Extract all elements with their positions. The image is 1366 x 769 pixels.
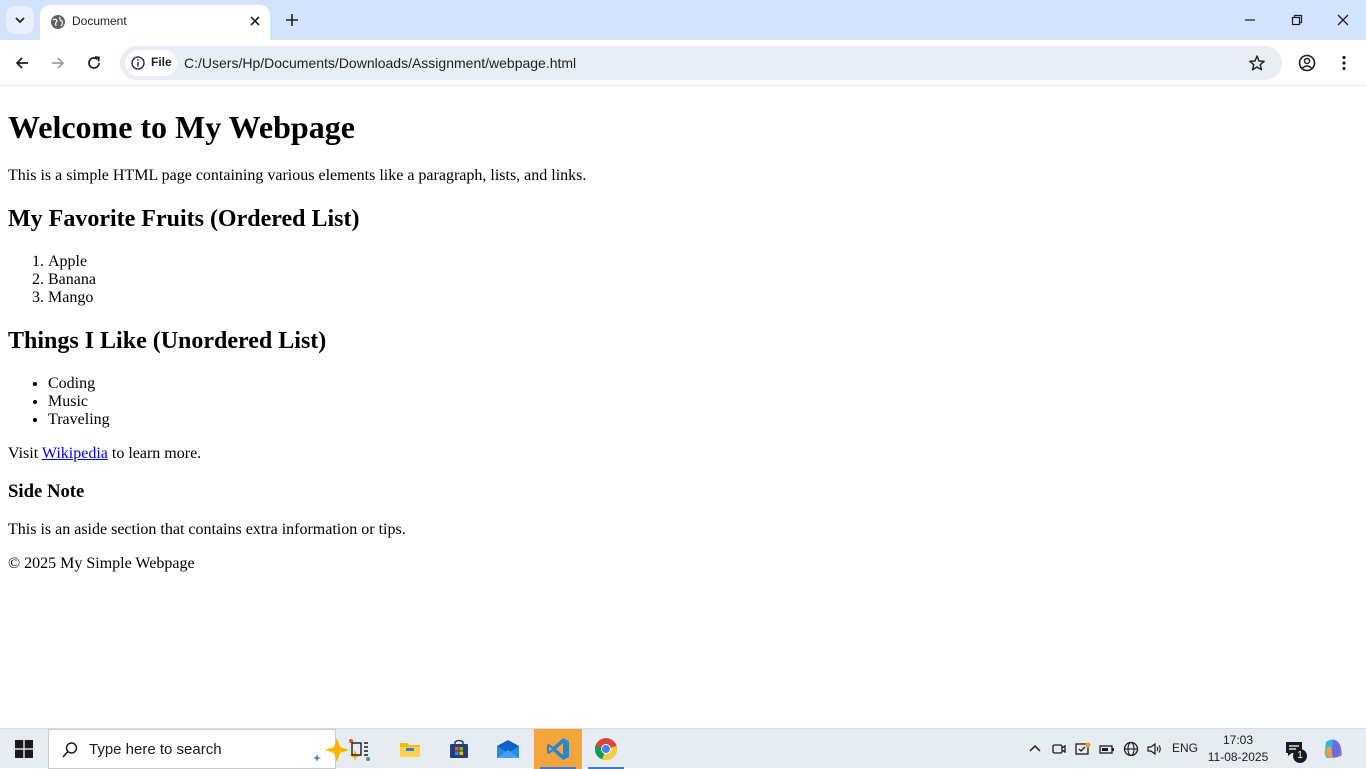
- search-icon: [62, 742, 78, 758]
- battery-button[interactable]: [1098, 740, 1116, 758]
- forward-button[interactable]: [48, 53, 68, 73]
- visit-paragraph: Visit Wikipedia to learn more.: [8, 445, 1358, 463]
- reload-button[interactable]: [84, 53, 104, 73]
- chrome-button[interactable]: [582, 729, 630, 769]
- copilot-icon[interactable]: [1322, 738, 1344, 760]
- minimize-button[interactable]: [1240, 10, 1260, 30]
- close-window-button[interactable]: [1333, 10, 1353, 30]
- clock-date: 11-08-2025: [1207, 750, 1269, 764]
- defender-icon: [1075, 742, 1091, 755]
- new-tab-icon[interactable]: [282, 10, 302, 30]
- close-icon: [1337, 14, 1349, 26]
- list-item: Mango: [48, 289, 1358, 307]
- site-chip-label: File: [151, 55, 172, 69]
- arrow-left-icon: [15, 57, 28, 69]
- list-item: Banana: [48, 271, 1358, 289]
- likes-list: Coding Music Traveling: [8, 375, 1358, 429]
- aside-heading: Side Note: [8, 481, 85, 502]
- wikipedia-link[interactable]: Wikipedia: [42, 445, 108, 462]
- visit-prefix: Visit: [8, 445, 42, 462]
- mail-icon: [497, 740, 519, 758]
- url-text[interactable]: C:/Users/Hp/Documents/Downloads/Assignme…: [184, 55, 576, 71]
- search-placeholder: Type here to search: [89, 741, 222, 758]
- security-tray-button[interactable]: [1074, 740, 1092, 758]
- browser-tab[interactable]: Document: [40, 5, 270, 40]
- fruits-heading: My Favorite Fruits (Ordered List): [8, 206, 360, 232]
- back-button[interactable]: [12, 53, 32, 73]
- task-view-button[interactable]: [336, 729, 384, 769]
- site-info-chip[interactable]: File: [125, 50, 177, 76]
- vscode-icon: [547, 738, 569, 760]
- start-button[interactable]: [0, 729, 48, 769]
- close-tab-icon[interactable]: [247, 13, 263, 29]
- notification-count-badge: 1: [1293, 749, 1307, 763]
- profile-button[interactable]: [1297, 53, 1317, 73]
- taskbar: Type here to search ENG 17:03 11-08-2025: [0, 728, 1366, 769]
- minimize-icon: [1245, 19, 1255, 21]
- restore-icon: [1291, 14, 1303, 26]
- store-icon: [450, 739, 468, 758]
- fruits-list: Apple Banana Mango: [8, 253, 1358, 307]
- volume-button[interactable]: [1145, 740, 1163, 758]
- likes-heading: Things I Like (Unordered List): [8, 328, 327, 354]
- speaker-icon: [1147, 742, 1161, 756]
- restore-button[interactable]: [1287, 10, 1307, 30]
- info-icon: [131, 56, 145, 70]
- tab-search-button[interactable]: [6, 6, 34, 34]
- reload-icon: [88, 56, 100, 69]
- page-footer: © 2025 My Simple Webpage: [8, 555, 1358, 573]
- battery-icon: [1099, 745, 1114, 754]
- page-title: Welcome to My Webpage: [8, 109, 355, 145]
- network-button[interactable]: [1122, 740, 1140, 758]
- browser-toolbar: File C:/Users/Hp/Documents/Downloads/Ass…: [0, 40, 1366, 86]
- list-item: Music: [48, 393, 1358, 411]
- address-bar[interactable]: File C:/Users/Hp/Documents/Downloads/Ass…: [120, 46, 1282, 80]
- list-item: Coding: [48, 375, 1358, 393]
- taskbar-search-box[interactable]: Type here to search: [48, 729, 370, 769]
- language-indicator[interactable]: ENG: [1172, 741, 1198, 755]
- aside-text: This is an aside section that contains e…: [8, 521, 406, 538]
- visit-suffix: to learn more.: [107, 445, 202, 462]
- globe-network-icon: [1123, 741, 1139, 757]
- microsoft-store-button[interactable]: [435, 729, 483, 769]
- mail-button[interactable]: [484, 729, 532, 769]
- more-vertical-icon: [1342, 55, 1346, 71]
- tab-title: Document: [72, 14, 127, 28]
- intro-paragraph: This is a simple HTML page containing va…: [8, 167, 587, 184]
- folder-icon: [400, 743, 420, 757]
- chevron-down-icon: [15, 17, 25, 24]
- browser-menu-button[interactable]: [1334, 53, 1354, 73]
- camera-icon: [1052, 744, 1066, 754]
- vscode-button[interactable]: [534, 729, 582, 769]
- browser-tab-strip: Document: [0, 0, 1366, 40]
- windows-logo-icon: [15, 740, 33, 758]
- list-item: Apple: [48, 253, 1358, 271]
- clock[interactable]: 17:03 11-08-2025: [1200, 732, 1276, 766]
- aside-section: Side Note This is an aside section that …: [8, 481, 1358, 539]
- clock-time: 17:03: [1222, 733, 1254, 747]
- chevron-up-icon: [1029, 744, 1041, 752]
- account-icon: [1298, 54, 1316, 72]
- globe-icon: [51, 15, 65, 29]
- web-page-content: Welcome to My Webpage This is a simple H…: [0, 87, 1366, 728]
- footer-text: © 2025 My Simple Webpage: [8, 555, 195, 572]
- list-item: Traveling: [48, 411, 1358, 429]
- chrome-icon: [594, 738, 617, 761]
- arrow-right-icon: [52, 57, 65, 69]
- task-view-icon: [351, 742, 368, 756]
- show-hidden-icons-button[interactable]: [1026, 740, 1044, 758]
- star-icon[interactable]: [1248, 54, 1266, 72]
- meet-now-button[interactable]: [1050, 740, 1068, 758]
- file-explorer-button[interactable]: [386, 729, 434, 769]
